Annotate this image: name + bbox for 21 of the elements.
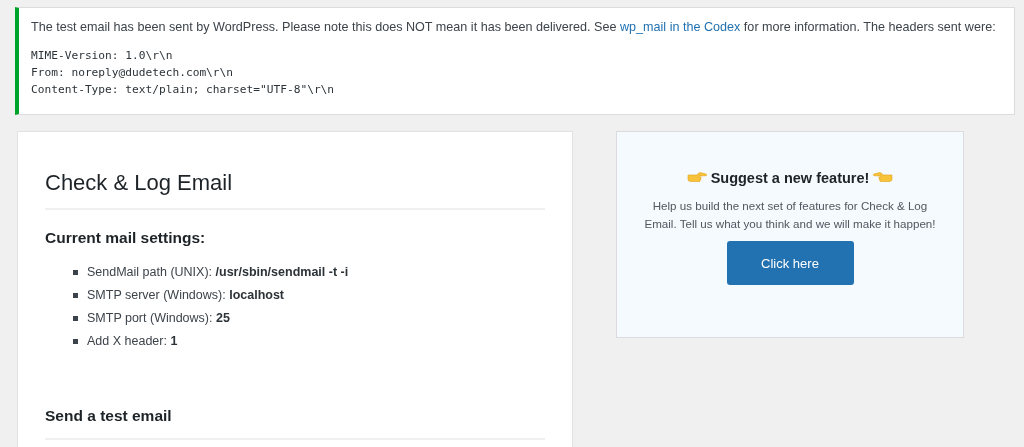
codex-link[interactable]: wp_mail in the Codex	[619, 20, 741, 34]
setting-text: SendMail path (UNIX): /usr/sbin/sendmail -t -i	[87, 264, 349, 281]
setting-text: SMTP port (Windows): 25	[87, 310, 230, 327]
bullet-icon	[73, 316, 78, 321]
setting-text: Add X header: 1	[87, 333, 178, 350]
setting-text: SMTP server (Windows): localhost	[87, 287, 285, 304]
promo-text: Help us build the next set of features for Check & Log Email. Tell us what you think and we will make it happen!	[643, 198, 937, 232]
section-heading: Send a test email	[45, 405, 545, 440]
header-line: From: noreply@dudetech.com\r\n	[31, 65, 235, 81]
right-pointing-hand-icon	[686, 171, 707, 185]
page-title: Check & Log Email	[45, 168, 545, 210]
notice-message: The test email has been sent by WordPress. Please note this does NOT mean it has been delivered. See wp_mail in the Codex for more information. The headers sent were:	[31, 19, 997, 36]
left-pointing-hand-icon	[873, 171, 894, 185]
bullet-icon	[73, 339, 78, 344]
click-here-button[interactable]: Click here	[726, 241, 854, 285]
section-heading: Current mail settings:	[45, 228, 207, 248]
header-line: Content-Type: text/plain; charset="UTF-8"\r\n	[31, 82, 336, 98]
bullet-icon	[73, 270, 78, 275]
header-line: MIME-Version: 1.0\r\n	[31, 48, 174, 64]
promo-title: Suggest a new feature!	[710, 170, 870, 186]
bullet-icon	[73, 293, 78, 298]
